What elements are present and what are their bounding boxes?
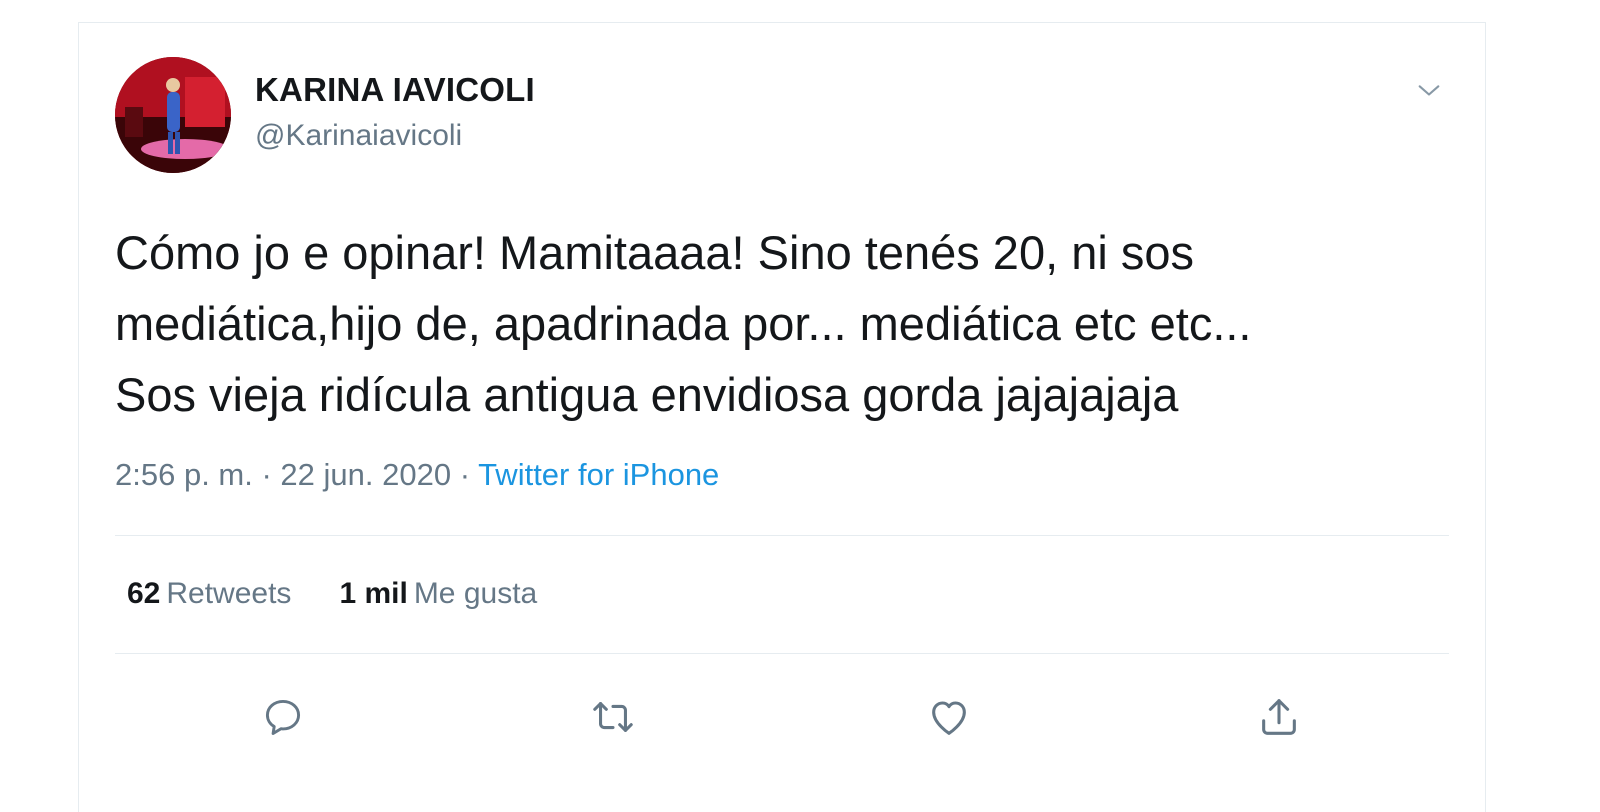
tweet-source-link[interactable]: Twitter for iPhone	[478, 457, 719, 492]
retweet-button[interactable]	[585, 689, 641, 745]
meta-separator: ·	[252, 457, 281, 492]
tweet-text-line: Cómo jo e opinar! Mamitaaaa! Sino tenés …	[115, 226, 1194, 279]
tweet-time[interactable]: 2:56 p. m.	[115, 457, 253, 492]
more-options-button[interactable]	[1409, 71, 1449, 111]
meta-separator: ·	[451, 457, 479, 492]
tweet-text: Cómo jo e opinar! Mamitaaaa! Sino tenés …	[115, 217, 1455, 430]
likes-count: 1 mil	[339, 577, 408, 610]
tweet-actions	[79, 689, 1485, 749]
like-button[interactable]	[921, 689, 977, 745]
tweet-card: KARINA IAVICOLI @Karinaiavicoli Cómo jo …	[78, 22, 1486, 812]
share-button[interactable]	[1251, 689, 1307, 745]
likes-label: Me gusta	[413, 577, 538, 610]
reply-button[interactable]	[255, 689, 311, 745]
avatar[interactable]	[115, 57, 231, 173]
divider	[115, 653, 1449, 654]
heart-icon	[932, 701, 966, 735]
author-display-name[interactable]: KARINA IAVICOLI	[255, 71, 535, 109]
retweets-count: 62	[127, 577, 161, 610]
divider	[115, 535, 1449, 536]
share-icon	[1262, 699, 1296, 735]
likes-stat[interactable]: 1 mil Me gusta	[339, 577, 537, 611]
retweets-label: Retweets	[166, 577, 292, 610]
author-handle[interactable]: @Karinaiavicoli	[255, 119, 462, 153]
avatar-image	[115, 57, 231, 173]
tweet-text-line: mediática,hijo de, apadrinada por... med…	[115, 297, 1252, 350]
reply-icon	[265, 699, 301, 735]
tweet-text-line: Sos vieja ridícula antigua envidiosa gor…	[115, 368, 1179, 421]
chevron-down-icon	[1418, 85, 1440, 96]
tweet-date[interactable]: 22 jun. 2020	[280, 457, 451, 492]
tweet-stats: 62 Retweets 1 mil Me gusta	[127, 577, 537, 611]
retweets-stat[interactable]: 62 Retweets	[127, 577, 291, 611]
retweet-icon	[593, 702, 633, 732]
tweet-metadata: 2:56 p. m. · 22 jun. 2020 · Twitter for …	[115, 457, 719, 493]
